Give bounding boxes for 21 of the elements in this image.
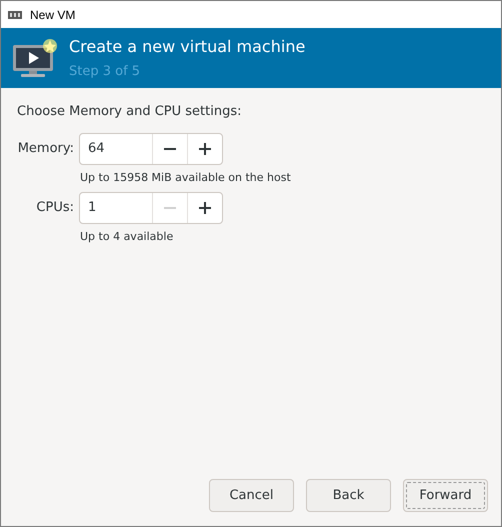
plus-icon: [199, 202, 211, 214]
dialog-button[interactable]: Back: [306, 479, 391, 512]
banner-title: Create a new virtual machine: [69, 36, 306, 58]
minus-icon: [164, 148, 176, 150]
field-label: CPUs:: [35, 199, 74, 218]
plus-icon: [199, 142, 211, 154]
dialog-button[interactable]: Cancel: [209, 479, 294, 512]
app-icon: [8, 10, 22, 20]
spin-box[interactable]: 64: [79, 132, 223, 164]
window-title: New VM: [30, 6, 76, 24]
monitor-icon: [11, 37, 57, 79]
spin-input[interactable]: 64: [80, 134, 152, 164]
field-hint: Up to 4 available: [80, 229, 174, 245]
spin-box[interactable]: 1: [79, 192, 223, 224]
field-label: Memory:: [17, 140, 74, 158]
section-heading: Choose Memory and CPU settings:: [17, 103, 243, 121]
field-hint: Up to 15958 MiB available on the host: [80, 170, 292, 186]
dialog-button[interactable]: Forward: [403, 479, 488, 512]
spin-input[interactable]: 1: [80, 193, 152, 223]
minus-icon: [164, 207, 176, 209]
step-indicator: Step 3 of 5: [69, 62, 142, 81]
